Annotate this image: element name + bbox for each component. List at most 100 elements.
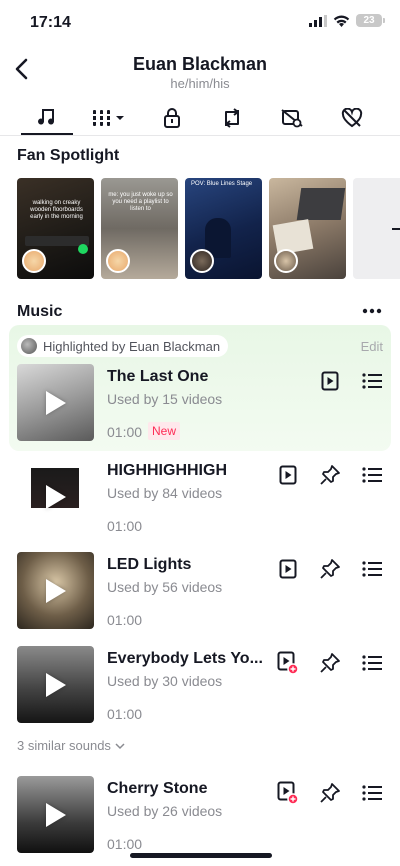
track-row[interactable]: The Last One Used by 15 videos 01:00 New [17, 364, 383, 444]
track-title: LED Lights [107, 556, 192, 573]
track-usage: Used by 84 videos [107, 485, 223, 501]
list-menu-icon [362, 655, 382, 671]
play-icon[interactable] [46, 803, 66, 827]
avatar [190, 249, 214, 273]
add-fan-video-button[interactable] [353, 178, 400, 279]
track-cover [17, 646, 94, 723]
similar-sounds-toggle[interactable]: 3 similar sounds [17, 738, 125, 753]
track-menu-button[interactable] [361, 558, 383, 580]
fan-video-3[interactable]: POV: Blue Lines Stage [185, 178, 262, 279]
tab-music[interactable] [27, 104, 67, 132]
track-usage: Used by 56 videos [107, 579, 223, 595]
track-title: Cherry Stone [107, 780, 208, 797]
video-play-add-icon [277, 651, 299, 675]
video-play-icon [279, 465, 297, 485]
profile-pronouns: he/him/his [170, 76, 230, 91]
track-title: HIGHHIGHHIGH [107, 462, 227, 479]
track-menu-button[interactable] [361, 652, 383, 674]
pin-icon [320, 465, 340, 485]
video-play-icon [279, 559, 297, 579]
track-cover [17, 364, 94, 441]
status-time: 17:14 [30, 14, 71, 31]
status-icons: 23 [309, 14, 385, 27]
track-row[interactable]: HIGHHIGHHIGH Used by 84 videos 01:00 [17, 458, 383, 538]
tab-private[interactable] [152, 104, 192, 132]
use-sound-button[interactable] [277, 651, 299, 675]
pin-button[interactable] [319, 464, 341, 486]
track-title: The Last One [107, 368, 209, 385]
highlighted-by-pill: Highlighted by Euan Blackman [17, 335, 229, 357]
video-play-icon [321, 371, 339, 391]
play-icon[interactable] [46, 485, 66, 509]
track-title: Everybody Lets Yo... [107, 650, 263, 667]
notebook-image [272, 219, 314, 255]
more-dots-icon [362, 308, 382, 314]
track-cover [17, 458, 94, 535]
chevron-down-icon [115, 742, 125, 749]
avatar [106, 249, 130, 273]
avatar [22, 249, 46, 273]
music-more-button[interactable] [362, 303, 382, 324]
use-sound-button[interactable] [277, 781, 299, 805]
track-duration: 01:00 [107, 836, 143, 852]
fan-video-4[interactable] [269, 178, 346, 279]
tab-liked[interactable] [332, 104, 372, 132]
pin-button[interactable] [319, 652, 341, 674]
track-menu-button[interactable] [361, 464, 383, 486]
cellular-signal-icon [309, 14, 327, 27]
list-menu-icon [362, 373, 382, 389]
profile-name: Euan Blackman [132, 54, 268, 74]
list-menu-icon [362, 467, 382, 483]
laptop-image [296, 188, 346, 220]
liked-hidden-icon [341, 108, 363, 128]
music-note-icon [38, 109, 55, 125]
new-badge: New [148, 422, 181, 440]
play-icon[interactable] [46, 579, 66, 603]
play-icon[interactable] [46, 391, 66, 415]
use-sound-button[interactable] [277, 464, 299, 486]
wifi-icon [333, 15, 350, 27]
track-menu-button[interactable] [361, 370, 383, 392]
track-duration: 01:00 [107, 706, 143, 722]
play-circle-icon [78, 244, 88, 254]
fan-video-caption: walking on creaky wooden floorboards ear… [30, 200, 83, 220]
lock-icon [164, 108, 180, 128]
track-row[interactable]: Everybody Lets Yo... Used by 30 videos 0… [17, 646, 383, 726]
repost-icon [225, 108, 239, 128]
pin-button[interactable] [319, 782, 341, 804]
fan-video-2[interactable]: me: you just woke up so you need a playl… [101, 178, 178, 279]
edit-highlight-button[interactable]: Edit [361, 339, 383, 354]
tab-videos[interactable] [87, 104, 131, 132]
fan-video-caption: POV: Blue Lines Stage [191, 181, 253, 187]
avatar [274, 249, 298, 273]
pin-icon [320, 559, 340, 579]
track-row[interactable]: Cherry Stone Used by 26 videos 01:00 [17, 776, 383, 856]
tab-reposts[interactable] [212, 104, 252, 132]
pin-icon [320, 653, 340, 673]
pin-icon [320, 783, 340, 803]
use-sound-button[interactable] [319, 370, 341, 392]
similar-sounds-label: 3 similar sounds [17, 738, 111, 753]
avatar [21, 338, 37, 354]
music-section-title: Music [17, 303, 63, 320]
play-icon[interactable] [46, 673, 66, 697]
track-duration: 01:00 [107, 424, 143, 440]
active-tab-indicator [21, 133, 73, 135]
list-menu-icon [362, 785, 382, 801]
tab-hidden[interactable] [272, 104, 312, 132]
track-cover [17, 776, 94, 853]
use-sound-button[interactable] [277, 558, 299, 580]
battery-icon: 23 [356, 14, 385, 27]
track-usage: Used by 26 videos [107, 803, 223, 819]
profile-tabs [0, 100, 400, 136]
grid-dropdown-icon [92, 110, 124, 126]
fan-video-1[interactable]: walking on creaky wooden floorboards ear… [17, 178, 94, 279]
track-menu-button[interactable] [361, 782, 383, 804]
pin-button[interactable] [319, 558, 341, 580]
home-indicator[interactable] [130, 853, 272, 858]
plus-icon [392, 219, 400, 238]
track-usage: Used by 15 videos [107, 391, 223, 407]
track-usage: Used by 30 videos [107, 673, 223, 689]
track-duration: 01:00 [107, 518, 143, 534]
track-row[interactable]: LED Lights Used by 56 videos 01:00 [17, 552, 383, 632]
